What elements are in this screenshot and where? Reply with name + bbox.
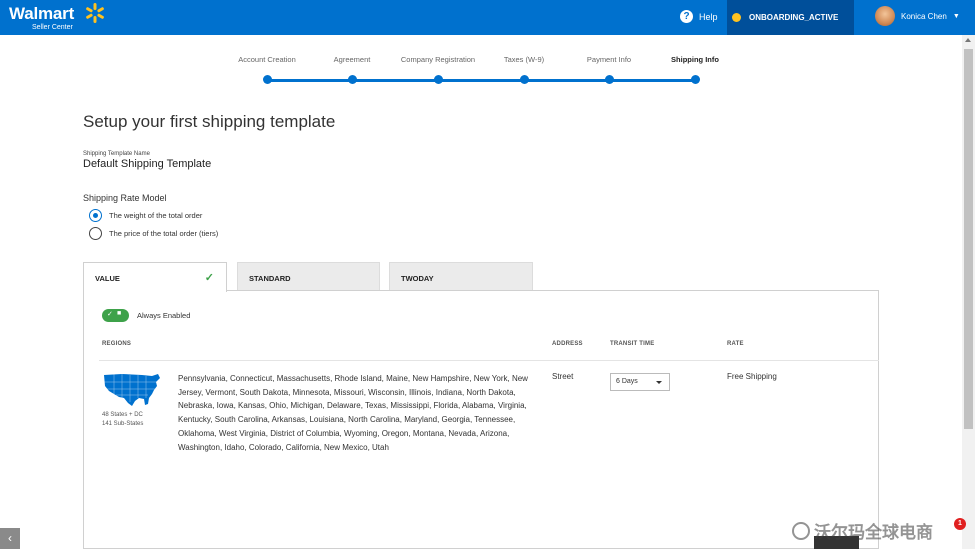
divider — [99, 360, 879, 361]
map-caption-states: 48 States + DC — [102, 412, 143, 418]
us-map-icon — [104, 374, 160, 406]
step-dot — [605, 75, 614, 84]
step-payment-info[interactable]: Payment Info — [559, 55, 659, 84]
always-enabled-toggle[interactable]: ✓ ■ — [102, 309, 129, 322]
column-header-address: ADDRESS — [552, 341, 583, 347]
watermark-text: 沃尔玛全球电商 — [814, 523, 933, 542]
regions-list: Pennsylvania, Connecticut, Massachusetts… — [178, 374, 528, 452]
step-dot — [691, 75, 700, 84]
check-icon: ✓ — [107, 311, 113, 318]
transit-time-select[interactable]: 6 Days — [610, 373, 670, 391]
onboarding-stepper: Account Creation Agreement Company Regis… — [230, 55, 730, 95]
map-caption-substates: 141 Sub-States — [102, 421, 144, 427]
step-company-registration[interactable]: Company Registration — [388, 55, 488, 84]
tab-standard[interactable]: STANDARD — [237, 262, 380, 291]
status-label: ONBOARDING_ACTIVE — [749, 13, 839, 22]
toggle-label: Always Enabled — [137, 311, 191, 320]
top-bar: Walmart Seller Center ? Help ONBOARDING_… — [0, 0, 975, 35]
template-name-label: Shipping Template Name — [83, 151, 150, 157]
brand-subtitle: Seller Center — [32, 24, 73, 31]
rate-value: Free Shipping — [727, 372, 777, 381]
radio-price[interactable] — [89, 227, 102, 240]
back-button[interactable]: ‹ — [0, 528, 20, 549]
step-label: Agreement — [333, 55, 371, 64]
template-name-field[interactable]: Default Shipping Template — [83, 158, 211, 170]
column-header-rate: RATE — [727, 341, 744, 347]
tab-label: VALUE — [95, 274, 120, 283]
step-label: Payment Info — [586, 55, 632, 64]
chevron-left-icon: ‹ — [8, 531, 12, 545]
page-title: Setup your first shipping template — [83, 112, 336, 131]
address-type: Street — [552, 372, 574, 381]
step-label: Shipping Info — [671, 55, 719, 64]
column-header-regions: REGIONS — [102, 341, 132, 347]
rate-option-weight[interactable]: The weight of the total order — [89, 209, 202, 222]
page-scrollbar[interactable] — [962, 35, 975, 549]
step-agreement[interactable]: Agreement — [302, 55, 402, 84]
column-header-transit: TRANSIT TIME — [610, 341, 655, 347]
status-dot-icon — [732, 13, 741, 22]
radio-weight[interactable] — [89, 209, 102, 222]
lock-icon: ■ — [117, 310, 122, 317]
step-label: Company Registration — [400, 55, 476, 64]
rate-option-label: The weight of the total order — [109, 211, 203, 220]
chevron-down-icon — [656, 381, 662, 384]
watermark-logo-icon — [792, 521, 810, 540]
transit-time-value: 6 Days — [616, 378, 638, 385]
tab-value[interactable]: VALUE ✓ — [83, 262, 227, 292]
avatar — [875, 6, 895, 26]
stepper-line — [267, 79, 695, 82]
scroll-thumb[interactable] — [964, 49, 973, 429]
step-dot — [520, 75, 529, 84]
onboarding-status: ONBOARDING_ACTIVE — [727, 0, 854, 35]
rate-option-label: The price of the total order (tiers) — [109, 229, 219, 238]
user-name: Konica Chen — [901, 11, 947, 21]
tab-label: STANDARD — [249, 274, 291, 283]
watermark: 沃尔玛全球电商 — [792, 518, 933, 543]
user-menu[interactable]: Konica Chen ▼ — [875, 6, 960, 26]
scroll-up-icon[interactable] — [965, 38, 971, 42]
help-label: Help — [699, 11, 718, 22]
step-shipping-info[interactable]: Shipping Info — [645, 55, 745, 84]
rate-option-price[interactable]: The price of the total order (tiers) — [89, 227, 218, 240]
notification-badge[interactable]: 1 — [954, 518, 966, 530]
chevron-down-icon: ▼ — [952, 12, 960, 20]
tab-twoday[interactable]: TWODAY — [389, 262, 533, 291]
brand-name: Walmart — [9, 4, 75, 23]
help-link[interactable]: ? Help — [680, 10, 718, 23]
spark-icon — [86, 3, 104, 23]
help-icon: ? — [680, 10, 693, 23]
step-dot — [434, 75, 443, 84]
map-caption: 48 States + DC 141 Sub-States — [102, 411, 143, 429]
step-dot — [348, 75, 357, 84]
step-dot — [263, 75, 272, 84]
walmart-logo[interactable]: Walmart Seller Center — [9, 4, 75, 31]
checkmark-icon: ✓ — [204, 272, 214, 284]
tab-label: TWODAY — [401, 274, 434, 283]
rate-model-label: Shipping Rate Model — [83, 193, 167, 203]
shipping-method-panel: ✓ ■ Always Enabled REGIONS ADDRESS TRANS… — [83, 290, 879, 549]
